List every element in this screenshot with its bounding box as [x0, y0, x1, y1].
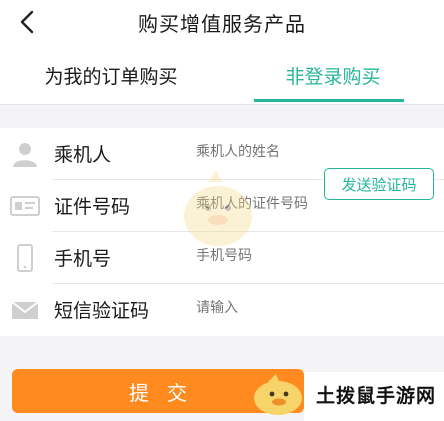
active-tab-indicator [254, 99, 404, 102]
id-card-icon [10, 196, 40, 216]
sms-code-row: 短信验证码 [0, 284, 444, 336]
phone-label: 手机号 [54, 248, 112, 270]
page-title: 购买增值服务产品 [138, 12, 306, 36]
mascot-watermark-icon [184, 170, 252, 246]
phone-icon [17, 244, 33, 272]
top-bar: 购买增值服务产品 [0, 0, 444, 46]
sms-code-label: 短信验证码 [54, 300, 150, 322]
tab-my-order[interactable]: 为我的订单购买 [0, 46, 222, 104]
watermark-text: 土拨鼠手游网 [316, 385, 437, 407]
mascot-logo-icon [254, 374, 302, 415]
send-code-button[interactable]: 发送验证码 [324, 168, 434, 200]
tab-guest-purchase[interactable]: 非登录购买 [222, 46, 444, 104]
id-number-label: 证件号码 [54, 196, 131, 218]
person-icon [13, 143, 37, 167]
purchase-mode-tabs: 为我的订单购买 非登录购买 [0, 46, 444, 105]
passenger-label: 乘机人 [54, 144, 112, 166]
sms-code-input[interactable] [196, 300, 306, 316]
envelope-icon [11, 301, 39, 319]
passenger-name-input[interactable] [196, 144, 316, 160]
